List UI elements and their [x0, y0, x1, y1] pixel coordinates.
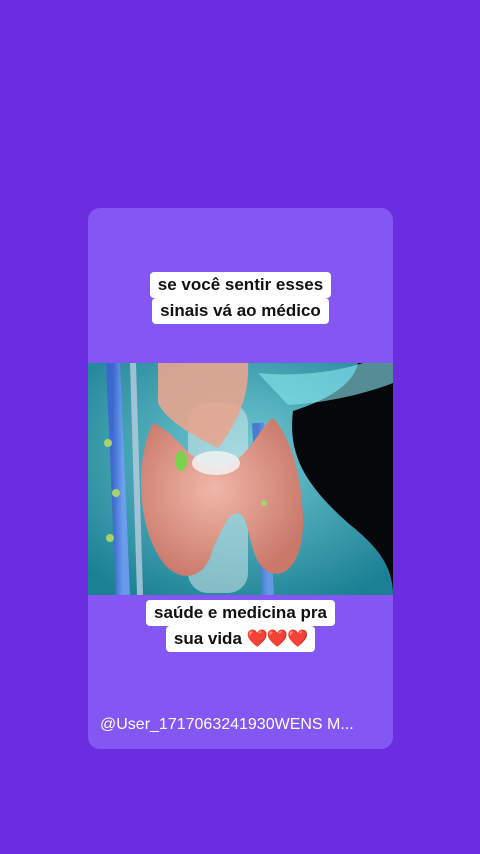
story-card[interactable]: se você sentir esses sinais vá ao médico [88, 208, 393, 749]
bottom-caption-text: sua vida [173, 629, 247, 648]
top-caption-line-1: se você sentir esses [149, 272, 332, 298]
thyroid-illustration-icon [88, 363, 393, 595]
bottom-caption-line-2: sua vida ❤️❤️❤️ [165, 626, 316, 652]
bottom-caption-line-1: saúde e medicina pra [146, 600, 335, 626]
top-caption-line-2: sinais vá ao médico [152, 298, 329, 324]
username-label[interactable]: @User_1717063241930WENS M... [100, 716, 385, 734]
bottom-caption: saúde e medicina pra sua vida ❤️❤️❤️ [88, 600, 393, 652]
thyroid-anatomy-image[interactable] [88, 363, 393, 595]
top-caption: se você sentir esses sinais vá ao médico [88, 272, 393, 324]
hearts-emoji: ❤️❤️❤️ [246, 629, 309, 648]
